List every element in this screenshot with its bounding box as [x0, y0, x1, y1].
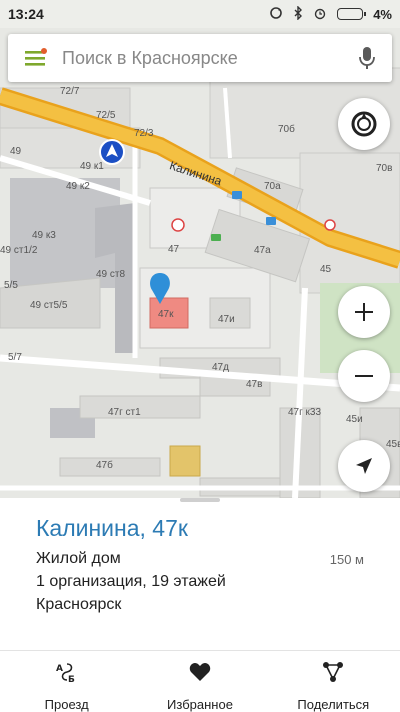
map-canvas: [0, 67, 400, 498]
svg-text:Б: Б: [68, 675, 75, 683]
heart-icon: [189, 661, 211, 683]
map-label: 70в: [376, 163, 393, 174]
map-label: 49 к2: [66, 181, 90, 192]
status-bar: 13:24 4%: [0, 0, 400, 28]
route-label: Проезд: [44, 697, 89, 712]
route-icon: A Б: [55, 661, 79, 683]
map-label: 72/7: [60, 86, 80, 97]
zoom-out-button[interactable]: [338, 350, 390, 402]
map-label: 47г ст1: [108, 407, 141, 418]
map-label: 49 к1: [80, 161, 104, 172]
map-label: 49 к3: [32, 230, 56, 241]
favorite-button[interactable]: Избранное: [133, 651, 266, 712]
map-label: 47и: [218, 314, 235, 325]
navigation-arrow-icon: [356, 458, 372, 474]
battery-percent: 4%: [373, 6, 392, 22]
place-info[interactable]: 1 организация, 19 этажей: [36, 573, 226, 591]
route-button[interactable]: A Б Проезд: [0, 651, 133, 712]
search-bar[interactable]: Поиск в Красноярске: [8, 34, 392, 82]
status-time: 13:24: [8, 6, 44, 22]
place-type: Жилой дом: [36, 550, 121, 567]
share-icon: [322, 661, 344, 683]
map-label: 47к: [158, 309, 174, 320]
map-label: 47в: [246, 379, 263, 390]
microphone-icon: [359, 47, 375, 69]
map-label: 70б: [278, 124, 295, 135]
plus-icon: [355, 303, 373, 321]
share-label: Поделиться: [297, 697, 370, 712]
battery-icon: [337, 8, 367, 20]
voice-search-button[interactable]: [342, 34, 392, 82]
menu-button[interactable]: [8, 34, 62, 82]
svg-text:A: A: [56, 664, 63, 674]
favorite-label: Избранное: [167, 697, 233, 712]
map-label: 45и: [346, 414, 363, 425]
map-label: 47д: [212, 362, 229, 373]
hamburger-menu-icon: [25, 48, 47, 66]
map-label: 70а: [264, 181, 281, 192]
map-label: 72/5: [96, 110, 116, 121]
map-label: 47а: [254, 245, 271, 256]
map-label: 49 ст1/2: [0, 245, 38, 256]
map-label: 72/3: [134, 128, 154, 139]
my-location-button[interactable]: [338, 440, 390, 492]
sync-icon: [269, 6, 283, 23]
map-label: 5/5: [4, 280, 18, 291]
place-title: Калинина, 47к: [36, 515, 188, 541]
compass-button[interactable]: [338, 98, 390, 150]
minus-icon: [355, 375, 373, 377]
share-button[interactable]: Поделиться: [267, 651, 400, 712]
status-icons: 4%: [269, 4, 392, 23]
compass-icon: [351, 111, 377, 137]
app-screen: 13:24 4% Калинина 72/7 72/5 72/3 70б 70в…: [0, 0, 400, 712]
place-city: Красноярск: [36, 596, 122, 613]
place-card[interactable]: Калинина, 47к Жилой дом 150 м 1 организа…: [0, 498, 400, 650]
map-label: 45в: [386, 439, 400, 450]
map-label: 49 ст8: [96, 269, 126, 280]
zoom-in-button[interactable]: [338, 286, 390, 338]
drag-handle[interactable]: [180, 498, 220, 502]
bluetooth-icon: [293, 4, 303, 23]
map-label: 5/7: [8, 352, 22, 363]
search-input[interactable]: Поиск в Красноярске: [62, 48, 342, 69]
map-label: 47: [168, 244, 180, 255]
map-label: 49 ст5/5: [30, 300, 68, 311]
map-label: 45: [320, 264, 332, 275]
map-label: 49: [10, 146, 22, 157]
map-label: 47г к33: [288, 407, 322, 418]
action-bar: A Б Проезд Избранное Поделиться: [0, 650, 400, 712]
place-distance: 150 м: [329, 552, 364, 567]
map-view[interactable]: Калинина 72/7 72/5 72/3 70б 70в 70а 49 к…: [0, 28, 400, 498]
map-label: 47б: [96, 460, 113, 471]
alarm-icon: [313, 6, 327, 23]
